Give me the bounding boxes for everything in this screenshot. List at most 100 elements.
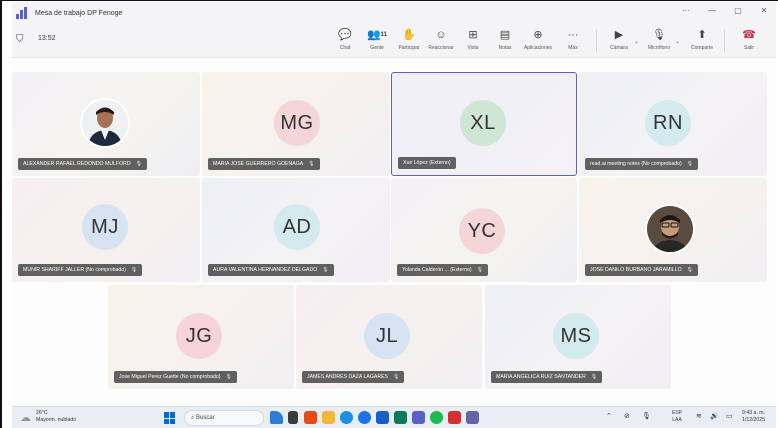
camera-button[interactable]: ▶ Cámara	[604, 27, 634, 51]
participant-name: ALEXANDER RAFAEL REDONDO MULFORD	[23, 161, 131, 167]
word-app-icon[interactable]	[376, 411, 389, 424]
weather-widget[interactable]: 26°C Mayorm. nublado	[36, 410, 76, 424]
participant-name: MARIA JOSE GUERRERO GOENAGA	[213, 161, 304, 167]
chat-icon: 💬	[338, 29, 352, 41]
hand-icon: ✋	[402, 29, 416, 41]
participant-tile[interactable]: MG MARIA JOSE GUERRERO GOENAGA 🎙	[202, 72, 390, 176]
file-explorer-icon[interactable]	[322, 411, 335, 424]
participant-name: Yolanda Calderón ... (Externo)	[402, 267, 472, 273]
participant-avatar: MS	[553, 313, 599, 359]
more-options-button[interactable]: ···	[680, 6, 692, 15]
participant-avatar: YC	[459, 208, 505, 254]
taskbar-search[interactable]: ⌕ Buscar	[184, 410, 264, 426]
participant-photo	[80, 98, 130, 148]
edge-browser-icon[interactable]	[340, 411, 353, 424]
windows-start-icon[interactable]	[164, 412, 176, 424]
camera-off-icon: ▶	[614, 29, 624, 41]
weather-temperature: 26°C	[36, 410, 48, 416]
react-button[interactable]: ☺ Reaccionar	[426, 27, 456, 51]
participant-tile[interactable]: RN read.ai meeting notes (No comprobado)…	[579, 72, 767, 176]
notes-button[interactable]: ▤ Notas	[490, 27, 520, 51]
participant-avatar: MJ	[82, 204, 128, 250]
close-window-button[interactable]: ✕	[758, 6, 770, 15]
apps-button[interactable]: ⊕ Aplicaciones	[523, 27, 553, 51]
participant-tile[interactable]: AD AURA VALENTINA HERNANDEZ DELGADO 🎙	[202, 178, 390, 282]
mic-muted-icon: 🎙	[308, 161, 315, 167]
leave-button[interactable]: ☎ Salir	[734, 27, 764, 51]
participant-tile[interactable]: ALEXANDER RAFAEL REDONDO MULFORD 🎙	[12, 72, 200, 176]
mic-muted-icon: 🎙	[686, 267, 694, 273]
participant-tile[interactable]: JL JAMES ANDRES DAZA LAGARES 🎙	[296, 285, 482, 389]
microphone-button[interactable]: 🎙 Micrófono	[644, 27, 674, 51]
participant-name: Xué López (Externo)	[403, 160, 451, 166]
toolbar-divider	[724, 30, 725, 52]
participant-tile[interactable]: YC Yolanda Calderón ... (Externo) 🎙	[391, 178, 577, 282]
task-view-icon[interactable]	[288, 411, 298, 424]
notes-icon: ▤	[499, 29, 511, 41]
people-count: 11	[380, 32, 388, 38]
view-button[interactable]: ⊞ Vista	[458, 27, 488, 51]
participant-name: read.ai meeting notes (No comprobado)	[590, 161, 682, 167]
participant-name: Jose Miguel Perez Guette (No comprobado)	[119, 374, 221, 380]
camera-options-chevron-icon[interactable]: ⌄	[634, 38, 639, 45]
taskbar: ☁ 26°C Mayorm. nublado ⌕ Buscar ⌃ ⊘ 🎙 ES…	[12, 406, 776, 428]
participant-avatar: JG	[176, 313, 222, 359]
acrobat-app-icon[interactable]	[448, 411, 461, 424]
window-title: Mesa de trabajo DP Fenoge	[35, 9, 123, 17]
chevron-up-icon[interactable]: ⌃	[606, 412, 612, 420]
raise-hand-button[interactable]: ✋ Participar	[394, 27, 424, 51]
smiley-icon: ☺	[435, 29, 447, 41]
share-button[interactable]: ⬆ Comparte	[687, 27, 717, 51]
people-button[interactable]: 👥11 Gente	[362, 27, 392, 51]
mic-muted-icon: 🎙	[393, 374, 400, 380]
hang-up-icon: ☎	[742, 29, 756, 41]
store-app-icon[interactable]	[394, 411, 407, 424]
participant-name: JOSE DANILO BURBANO JARAMILLO	[590, 267, 682, 273]
cloud-icon: ☁	[20, 412, 31, 424]
share-icon: ⬆	[697, 29, 707, 41]
maximize-button[interactable]: ▢	[732, 6, 744, 15]
participant-avatar: RN	[645, 100, 691, 146]
spotify-app-icon[interactable]	[430, 411, 443, 424]
participant-avatar: JL	[364, 313, 410, 359]
teams-app-icon[interactable]	[412, 411, 425, 424]
mic-muted-icon: 🎙	[476, 267, 483, 273]
participant-tile[interactable]: JOSE DANILO BURBANO JARAMILLO 🎙	[579, 178, 767, 282]
mic-muted-icon: 🎙	[135, 161, 142, 167]
participant-photo	[645, 204, 695, 254]
apps-plus-icon: ⊕	[533, 29, 543, 41]
weather-condition: Mayorm. nublado	[36, 417, 77, 423]
mic-muted-icon: 🎙	[686, 161, 694, 167]
participant-name: MUNIR SHARIFF JALLER (No comprobado)	[23, 267, 126, 273]
mic-muted-icon: 🎙	[130, 267, 138, 273]
participant-tile[interactable]: MS MARIA ANGELICA RUIZ SANTANDER 🎙	[485, 285, 671, 389]
ellipsis-icon: ···	[567, 29, 579, 41]
taskbar-time: 9:43 a. m.	[742, 410, 766, 416]
mic-tray-icon[interactable]: 🎙	[642, 412, 651, 420]
mic-off-icon: 🎙	[652, 29, 666, 41]
taskbar-clock[interactable]: 9:43 a. m. 1/12/2025	[742, 410, 765, 424]
teams-classic-app-icon[interactable]	[466, 411, 479, 424]
wifi-icon[interactable]: ≋	[696, 412, 702, 420]
participant-grid: ALEXANDER RAFAEL REDONDO MULFORD 🎙 MG MAR…	[12, 58, 776, 406]
mic-muted-icon: 🎙	[225, 374, 232, 380]
mic-muted-icon: 🎙	[590, 374, 598, 380]
participant-tile[interactable]: MJ MUNIR SHARIFF JALLER (No comprobado) 🎙	[12, 178, 200, 282]
grid-icon: ⊞	[468, 29, 478, 41]
copilot-icon[interactable]	[304, 411, 317, 424]
participant-avatar: XL	[460, 100, 506, 146]
mic-muted-icon: 🎙	[322, 267, 329, 273]
mic-options-chevron-icon[interactable]: ⌄	[675, 38, 680, 45]
battery-icon[interactable]: ▭	[726, 412, 733, 420]
chat-button[interactable]: 💬 Chat	[330, 27, 360, 51]
widgets-app-icon[interactable]	[270, 411, 283, 424]
keyboard-language[interactable]: ESP LAA	[672, 410, 682, 424]
minimize-button[interactable]: —	[706, 6, 718, 15]
participant-tile[interactable]: JG Jose Miguel Perez Guette (No comproba…	[108, 285, 294, 389]
people-icon: 👥11	[366, 29, 388, 41]
chrome-browser-icon[interactable]	[358, 411, 371, 424]
volume-icon[interactable]: 🔊	[710, 412, 719, 420]
more-button[interactable]: ··· Más	[558, 27, 588, 51]
participant-tile-active-speaker[interactable]: XL Xué López (Externo)	[391, 72, 577, 176]
network-icon[interactable]: ⊘	[624, 412, 630, 420]
